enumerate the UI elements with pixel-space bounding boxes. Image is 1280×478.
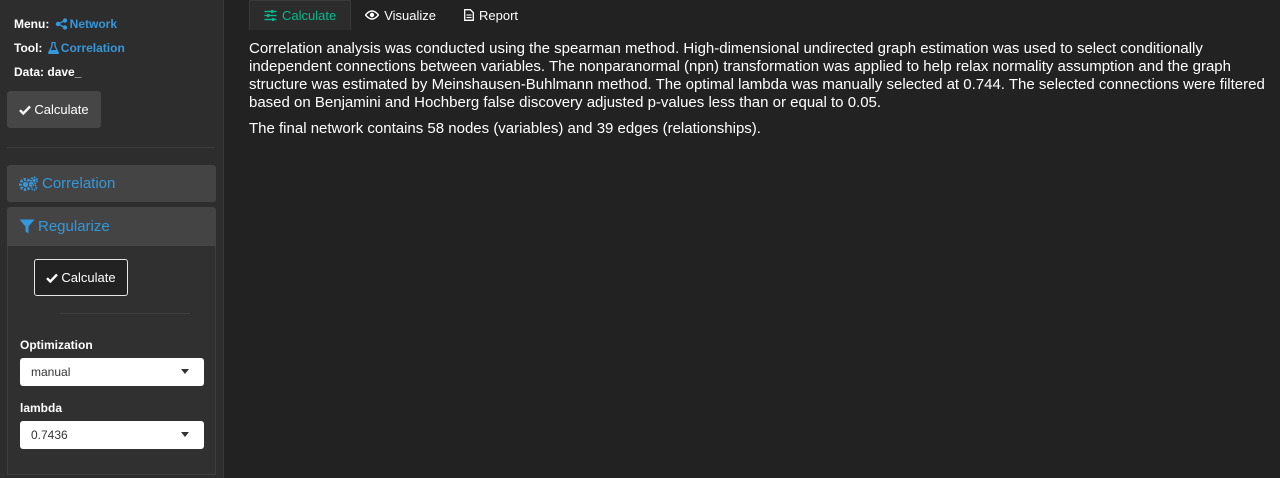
sliders-icon xyxy=(264,10,277,21)
tab-report-label: Report xyxy=(479,7,519,23)
tab-visualize[interactable]: Visualize xyxy=(351,0,450,30)
file-icon xyxy=(464,9,474,21)
network-summary: The final network contains 58 nodes (var… xyxy=(249,120,761,137)
check-icon xyxy=(19,105,32,115)
filter-icon xyxy=(19,219,35,234)
calculate-button[interactable]: Calculate xyxy=(7,91,101,128)
data-row: Data: dave_ xyxy=(14,60,209,84)
data-value: dave_ xyxy=(47,65,82,79)
panel-regularize-header[interactable]: Regularize xyxy=(7,207,216,246)
tab-bar: Calculate Visualize Report xyxy=(249,0,532,30)
caret-down-icon xyxy=(181,432,189,437)
optimization-label: Optimization xyxy=(20,338,93,352)
tool-value: Correlation xyxy=(60,41,125,55)
tab-visualize-label: Visualize xyxy=(384,7,436,23)
lambda-value: 0.7436 xyxy=(31,428,68,442)
calculate-button-label: Calculate xyxy=(34,102,89,117)
tab-calculate-label: Calculate xyxy=(282,8,337,23)
report-content: Correlation analysis was conducted using… xyxy=(249,40,1279,146)
info-block: Menu: Network Tool: Correlation Data: da… xyxy=(0,0,223,84)
data-label: Data: xyxy=(14,65,45,79)
check-icon xyxy=(46,273,59,283)
main-panel: Calculate Visualize Report Correlation a… xyxy=(224,0,1280,478)
optimization-value: manual xyxy=(31,365,71,379)
panel-divider xyxy=(60,313,190,314)
sidebar: Menu: Network Tool: Correlation Data: da… xyxy=(0,0,224,478)
panel-regularize-label: Regularize xyxy=(38,218,110,235)
regularize-calculate-button[interactable]: Calculate xyxy=(34,259,128,296)
menu-label: Menu: xyxy=(14,17,50,31)
summary-paragraph: Correlation analysis was conducted using… xyxy=(249,40,1265,111)
optimization-select[interactable]: manual xyxy=(20,358,204,386)
lambda-label: lambda xyxy=(20,401,63,415)
lambda-select[interactable]: 0.7436 xyxy=(20,421,204,449)
menu-row: Menu: Network xyxy=(14,12,209,36)
share-nodes-icon xyxy=(55,18,67,30)
tool-row: Tool: Correlation xyxy=(14,36,209,60)
tab-report[interactable]: Report xyxy=(450,0,532,30)
menu-value: Network xyxy=(69,17,118,31)
caret-down-icon xyxy=(181,369,189,374)
tab-calculate[interactable]: Calculate xyxy=(249,0,352,30)
tool-label: Tool: xyxy=(14,41,43,55)
app: Menu: Network Tool: Correlation Data: da… xyxy=(0,0,1280,478)
gears-icon xyxy=(19,176,38,191)
panel-correlation-header[interactable]: Correlation xyxy=(7,165,216,202)
panel-correlation-label: Correlation xyxy=(42,175,116,192)
flask-icon xyxy=(47,41,59,55)
sidebar-divider xyxy=(7,147,215,148)
eye-icon xyxy=(365,10,380,20)
panel-regularize-body: Calculate Optimization manual lambda 0.7… xyxy=(7,246,216,475)
regularize-calculate-label: Calculate xyxy=(61,270,116,285)
